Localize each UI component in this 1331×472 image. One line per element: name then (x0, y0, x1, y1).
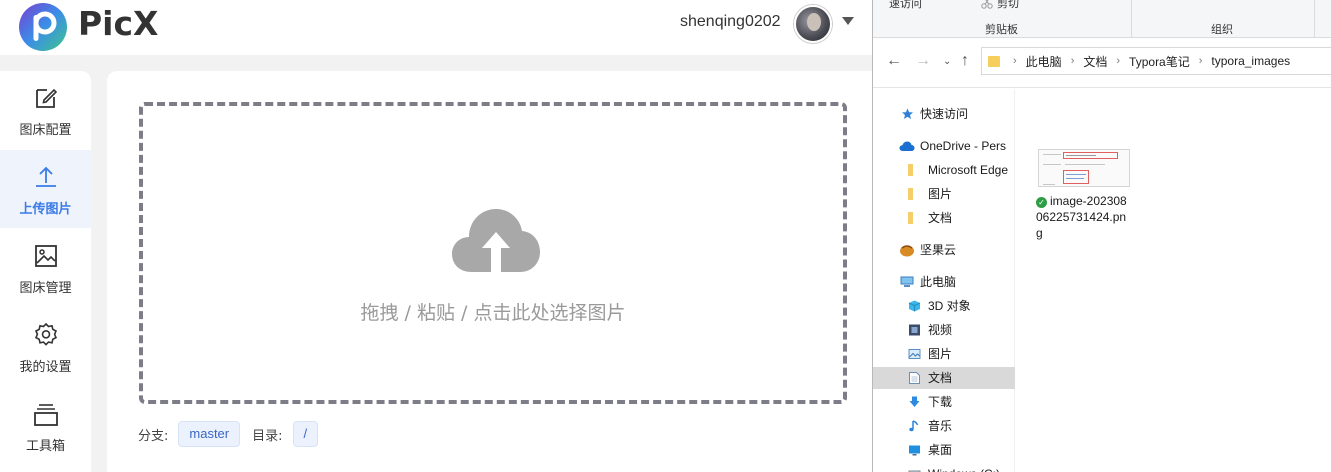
file-thumbnail (1038, 149, 1130, 187)
gear-icon (34, 322, 57, 346)
picx-app: PicX shenqing0202 图床配置 上传图片 图床管理 我的设置 工具… (0, 0, 872, 472)
synced-check-icon: ✓ (1036, 197, 1047, 208)
nav-folder-documents[interactable]: 文档 (873, 207, 1015, 229)
sidebar-item-label: 上传图片 (19, 202, 72, 217)
sidebar-item-label: 图床配置 (19, 123, 72, 138)
document-icon (909, 372, 920, 384)
file-item[interactable]: ✓ image-20230806225731424.png (1036, 149, 1132, 241)
username[interactable]: shenqing0202 (680, 13, 781, 31)
ribbon-group-organize: 组织 (1211, 24, 1233, 36)
ribbon-quick-access[interactable]: 速访问 (889, 0, 922, 11)
nav-documents[interactable]: 文档 (873, 367, 1015, 389)
upload-dropzone[interactable]: 拖拽 / 粘贴 / 点击此处选择图片 (139, 102, 847, 404)
sidebar: 图床配置 上传图片 图床管理 我的设置 工具箱 (0, 71, 91, 472)
up-arrow-icon[interactable]: ↑ (961, 52, 969, 70)
cube-icon (908, 300, 921, 312)
nut-icon (900, 245, 914, 257)
video-icon (909, 324, 920, 336)
breadcrumb-item[interactable]: 此电脑 (1026, 53, 1062, 70)
upload-icon (35, 166, 56, 187)
nav-videos[interactable]: 视频 (873, 319, 1015, 341)
sidebar-item-config[interactable]: 图床配置 (0, 71, 91, 149)
nav-drive-c[interactable]: Windows (C:) (873, 463, 1015, 472)
sidebar-item-label: 我的设置 (19, 360, 72, 375)
dir-tag[interactable]: / (292, 421, 319, 447)
nav-jianguoyun[interactable]: 坚果云 (873, 239, 1015, 261)
drive-icon (908, 470, 921, 472)
nav-onedrive[interactable]: OneDrive - Pers (873, 135, 1015, 157)
nav-this-pc[interactable]: 此电脑 (873, 271, 1015, 293)
folder-icon (908, 212, 913, 224)
branch-label: 分支: (138, 428, 169, 444)
picx-logo-icon[interactable] (18, 2, 68, 52)
toolbox-icon (33, 404, 58, 426)
breadcrumb-item[interactable]: 文档 (1083, 53, 1107, 70)
back-arrow-icon[interactable]: ← (886, 52, 902, 70)
nav-downloads[interactable]: 下载 (873, 391, 1015, 413)
navigation-pane: 快速访问 OneDrive - Pers Microsoft Edge 图片 文… (873, 89, 1015, 472)
avatar[interactable] (794, 5, 832, 43)
upload-panel: 拖拽 / 粘贴 / 点击此处选择图片 分支: master 目录: / (107, 71, 872, 472)
scissors-icon (981, 0, 993, 9)
desktop-icon (909, 445, 920, 456)
nav-desktop[interactable]: 桌面 (873, 439, 1015, 461)
app-header: PicX shenqing0202 (0, 0, 872, 55)
ribbon-cut[interactable]: 剪切 (997, 0, 1019, 11)
app-name: PicX (78, 4, 159, 43)
sidebar-item-toolbox[interactable]: 工具箱 (0, 387, 91, 465)
breadcrumb-item[interactable]: Typora笔记 (1129, 53, 1190, 70)
sidebar-item-label: 工具箱 (25, 439, 65, 454)
download-icon (909, 396, 920, 407)
nav-3d-objects[interactable]: 3D 对象 (873, 295, 1015, 317)
breadcrumb[interactable]: › 此电脑 › 文档 › Typora笔记 › typora_images (981, 47, 1331, 75)
cloud-upload-icon (452, 209, 540, 272)
edit-icon (35, 88, 57, 108)
dir-label: 目录: (252, 428, 283, 444)
nav-pictures[interactable]: 图片 (873, 343, 1015, 365)
upload-prompt: 拖拽 / 粘贴 / 点击此处选择图片 (360, 302, 626, 324)
folder-icon (908, 164, 913, 176)
sidebar-item-settings[interactable]: 我的设置 (0, 308, 91, 386)
picture-icon (908, 349, 921, 359)
forward-arrow-icon[interactable]: → (915, 52, 931, 70)
address-bar: ← → ⌄ ↑ › 此电脑 › 文档 › Typora笔记 › typora_i… (873, 38, 1331, 88)
sidebar-item-label: 图床管理 (19, 281, 72, 296)
nav-music[interactable]: 音乐 (873, 415, 1015, 437)
sidebar-item-upload[interactable]: 上传图片 (0, 150, 91, 228)
cloud-icon (899, 141, 915, 151)
breadcrumb-item[interactable]: typora_images (1211, 54, 1290, 68)
file-list: ✓ image-20230806225731424.png (1016, 89, 1331, 472)
nav-quick-access[interactable]: 快速访问 (873, 103, 1015, 125)
music-icon (909, 420, 919, 432)
chevron-down-icon[interactable] (842, 17, 854, 25)
nav-folder-edge[interactable]: Microsoft Edge (873, 159, 1015, 181)
file-name: image-20230806225731424.png (1036, 194, 1127, 240)
folder-icon (988, 55, 1000, 67)
image-icon (34, 245, 57, 267)
star-icon (902, 108, 913, 119)
ribbon-group-clipboard: 剪贴板 (985, 24, 1018, 36)
sidebar-item-manage[interactable]: 图床管理 (0, 229, 91, 307)
file-explorer-window: 速访问 剪切 剪贴板 组织 ← → ⌄ ↑ › 此电脑 › 文档 › Typor… (872, 0, 1331, 472)
ribbon: 速访问 剪切 剪贴板 组织 (873, 0, 1331, 38)
folder-icon (908, 188, 913, 200)
upload-meta: 分支: master 目录: / (138, 421, 319, 447)
branch-tag[interactable]: master (178, 421, 241, 447)
recent-chevron-icon[interactable]: ⌄ (943, 56, 951, 67)
nav-folder-pictures[interactable]: 图片 (873, 183, 1015, 205)
computer-icon (900, 276, 914, 287)
